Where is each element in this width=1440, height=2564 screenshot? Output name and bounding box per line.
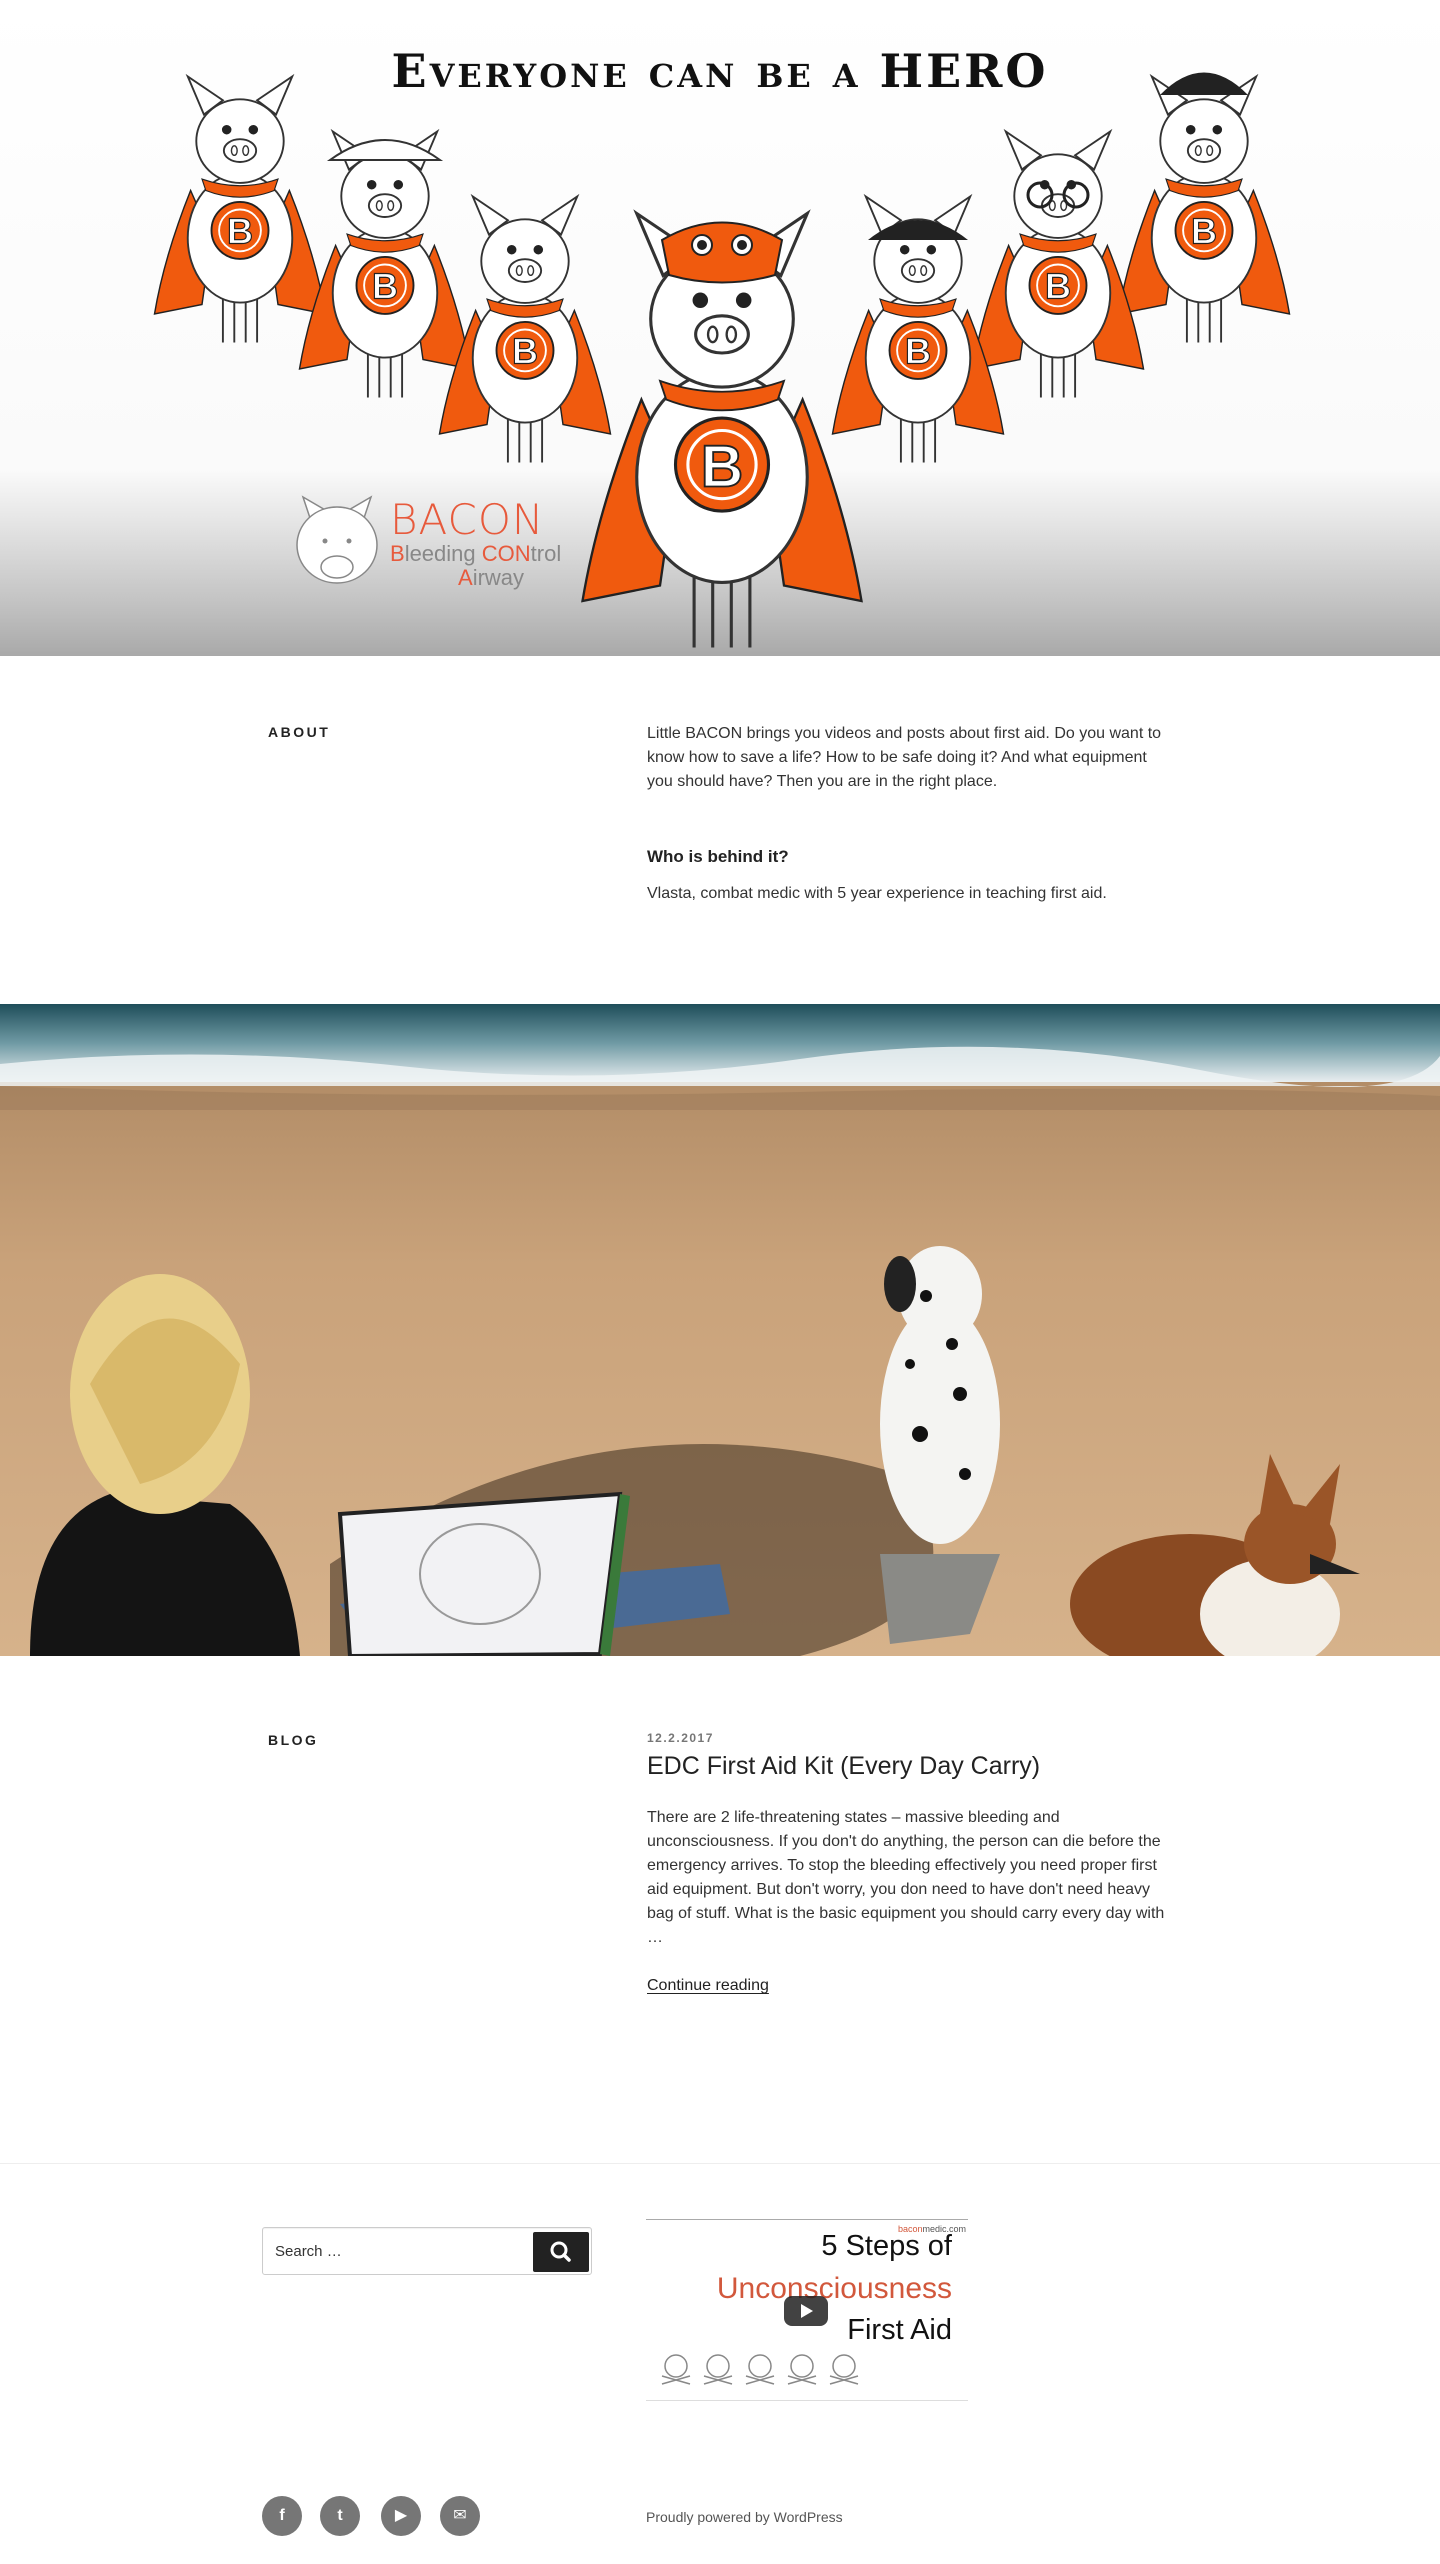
post-excerpt: There are 2 life-threatening states – ma… — [647, 1809, 1165, 1946]
hero-header: B Everyone can be a HERO — [0, 0, 1440, 656]
bacon-logo-tagline-2: Airway — [458, 565, 525, 590]
youtube-icon[interactable]: ▶ — [381, 2496, 421, 2536]
pig-skull-icons — [661, 2354, 859, 2385]
about-intro-text: Little BACON brings you videos and posts… — [647, 725, 1162, 790]
blog-heading: BLOG — [268, 1732, 319, 1748]
search-form — [262, 2227, 592, 2275]
youtube-video-embed[interactable]: baconmedic.com 5 Steps of Unconsciousnes… — [646, 2219, 968, 2401]
post-title-link[interactable]: EDC First Aid Kit (Every Day Carry) — [647, 1752, 1040, 1781]
about-heading: ABOUT — [268, 724, 331, 740]
footer-divider — [0, 2163, 1440, 2164]
video-title-line-2: Unconsciousness — [716, 2272, 952, 2305]
twitter-icon[interactable]: t — [320, 2496, 360, 2536]
facebook-icon[interactable]: f — [262, 2496, 302, 2536]
superhero-pigs-illustration: B — [153, 72, 1291, 650]
bacon-logo: BACON Bleeding CONtrol Airway — [290, 495, 610, 595]
bacon-logo-word: BACON — [390, 495, 545, 544]
youtube-play-icon[interactable] — [784, 2296, 828, 2326]
continue-reading-link[interactable]: Continue reading — [647, 1977, 769, 1995]
video-title-line-1: 5 Steps of — [821, 2230, 952, 2262]
search-submit-button[interactable] — [533, 2232, 589, 2272]
video-title-line-3: First Aid — [847, 2314, 952, 2346]
search-input[interactable] — [263, 2228, 533, 2274]
beach-panorama-photo — [0, 1004, 1440, 1656]
post-date[interactable]: 12.2.2017 — [647, 1731, 714, 1745]
email-icon[interactable]: ✉ — [440, 2496, 480, 2536]
powered-by-wordpress-link[interactable]: Proudly powered by WordPress — [646, 2509, 843, 2525]
beach-scene — [0, 1004, 1440, 1656]
about-bio-text: Vlasta, combat medic with 5 year experie… — [647, 885, 1107, 902]
search-icon — [550, 2241, 571, 2262]
hero-title: Everyone can be a HERO — [391, 44, 1049, 98]
about-subheading: Who is behind it? — [647, 847, 789, 866]
bacon-logo-tagline-1: Bleeding CONtrol — [390, 541, 562, 566]
